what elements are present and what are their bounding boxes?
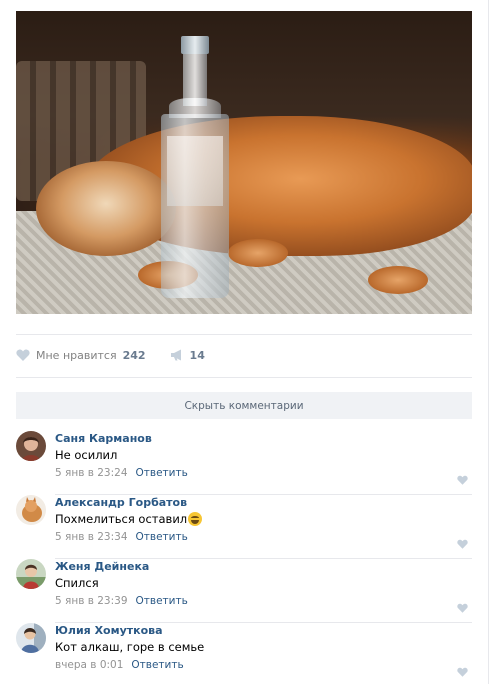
comment-text: Кот алкаш, горе в семье: [55, 640, 204, 654]
comment-date[interactable]: 5 янв в 23:39: [55, 595, 128, 607]
comment-date[interactable]: 5 янв в 23:24: [55, 467, 128, 479]
comment-like-heart-icon[interactable]: [457, 598, 468, 613]
comment-item: Александр Горбатов Похмелиться оставил 5…: [16, 495, 472, 559]
comment-meta: 5 янв в 23:24 Ответить: [55, 467, 188, 479]
post-card: Мне нравится 242 14 Скрыть комментарии С…: [0, 0, 489, 684]
share-count: 14: [189, 348, 205, 362]
comment-text-content: Не осилил: [55, 448, 118, 462]
comment-text: Не осилил: [55, 448, 117, 462]
comment-item: Саня Карманов Не осилил 5 янв в 23:24 Отв…: [16, 431, 472, 495]
comment-author[interactable]: Женя Дейнека: [55, 560, 149, 573]
comment-date[interactable]: 5 янв в 23:34: [55, 531, 128, 543]
like-count: 242: [122, 348, 146, 362]
heart-icon: [16, 346, 30, 365]
post-actions: Мне нравится 242 14: [16, 344, 205, 366]
avatar[interactable]: [16, 623, 46, 653]
comment-author[interactable]: Александр Горбатов: [55, 496, 187, 509]
megaphone-icon: [170, 346, 184, 365]
comment-text-content: Похмелиться оставил: [55, 512, 188, 526]
comment-like-heart-icon[interactable]: [457, 662, 468, 677]
hide-comments-button[interactable]: Скрыть комментарии: [16, 392, 472, 419]
comment-like-heart-icon[interactable]: [457, 470, 468, 485]
comment-date[interactable]: вчера в 0:01: [55, 659, 123, 671]
comment-meta: вчера в 0:01 Ответить: [55, 659, 184, 671]
like-label: Мне нравится: [36, 348, 117, 362]
comment-text: Похмелиться оставил: [55, 512, 203, 526]
share-button[interactable]: 14: [170, 346, 205, 365]
comment-item: Женя Дейнека Спился 5 янв в 23:39 Ответит…: [16, 559, 472, 623]
photo-cat-paw: [368, 266, 428, 294]
photo-cat-paw: [228, 239, 288, 267]
avatar[interactable]: [16, 559, 46, 589]
bottle-cap: [181, 36, 209, 54]
comment-like-heart-icon[interactable]: [457, 534, 468, 549]
laughing-emoji-icon: [188, 512, 203, 526]
reply-link[interactable]: Ответить: [136, 467, 188, 479]
bottle-label: [167, 136, 223, 206]
divider: [16, 377, 472, 378]
reply-link[interactable]: Ответить: [136, 531, 188, 543]
like-button[interactable]: Мне нравится 242: [16, 346, 146, 365]
photo-cat-head: [36, 161, 176, 256]
photo-bottle: [161, 36, 229, 298]
reply-link[interactable]: Ответить: [136, 595, 188, 607]
reply-link[interactable]: Ответить: [131, 659, 183, 671]
comment-author[interactable]: Юлия Хомуткова: [55, 624, 163, 637]
comment-text-content: Спился: [55, 576, 99, 590]
comment-item: Юлия Хомуткова Кот алкаш, горе в семье в…: [16, 623, 472, 684]
divider: [16, 334, 472, 335]
avatar[interactable]: [16, 495, 46, 525]
comment-text: Спился: [55, 576, 99, 590]
comment-text-content: Кот алкаш, горе в семье: [55, 640, 205, 654]
post-photo[interactable]: [16, 11, 472, 314]
comment-meta: 5 янв в 23:34 Ответить: [55, 531, 188, 543]
comment-author[interactable]: Саня Карманов: [55, 432, 152, 445]
comment-meta: 5 янв в 23:39 Ответить: [55, 595, 188, 607]
avatar[interactable]: [16, 431, 46, 461]
